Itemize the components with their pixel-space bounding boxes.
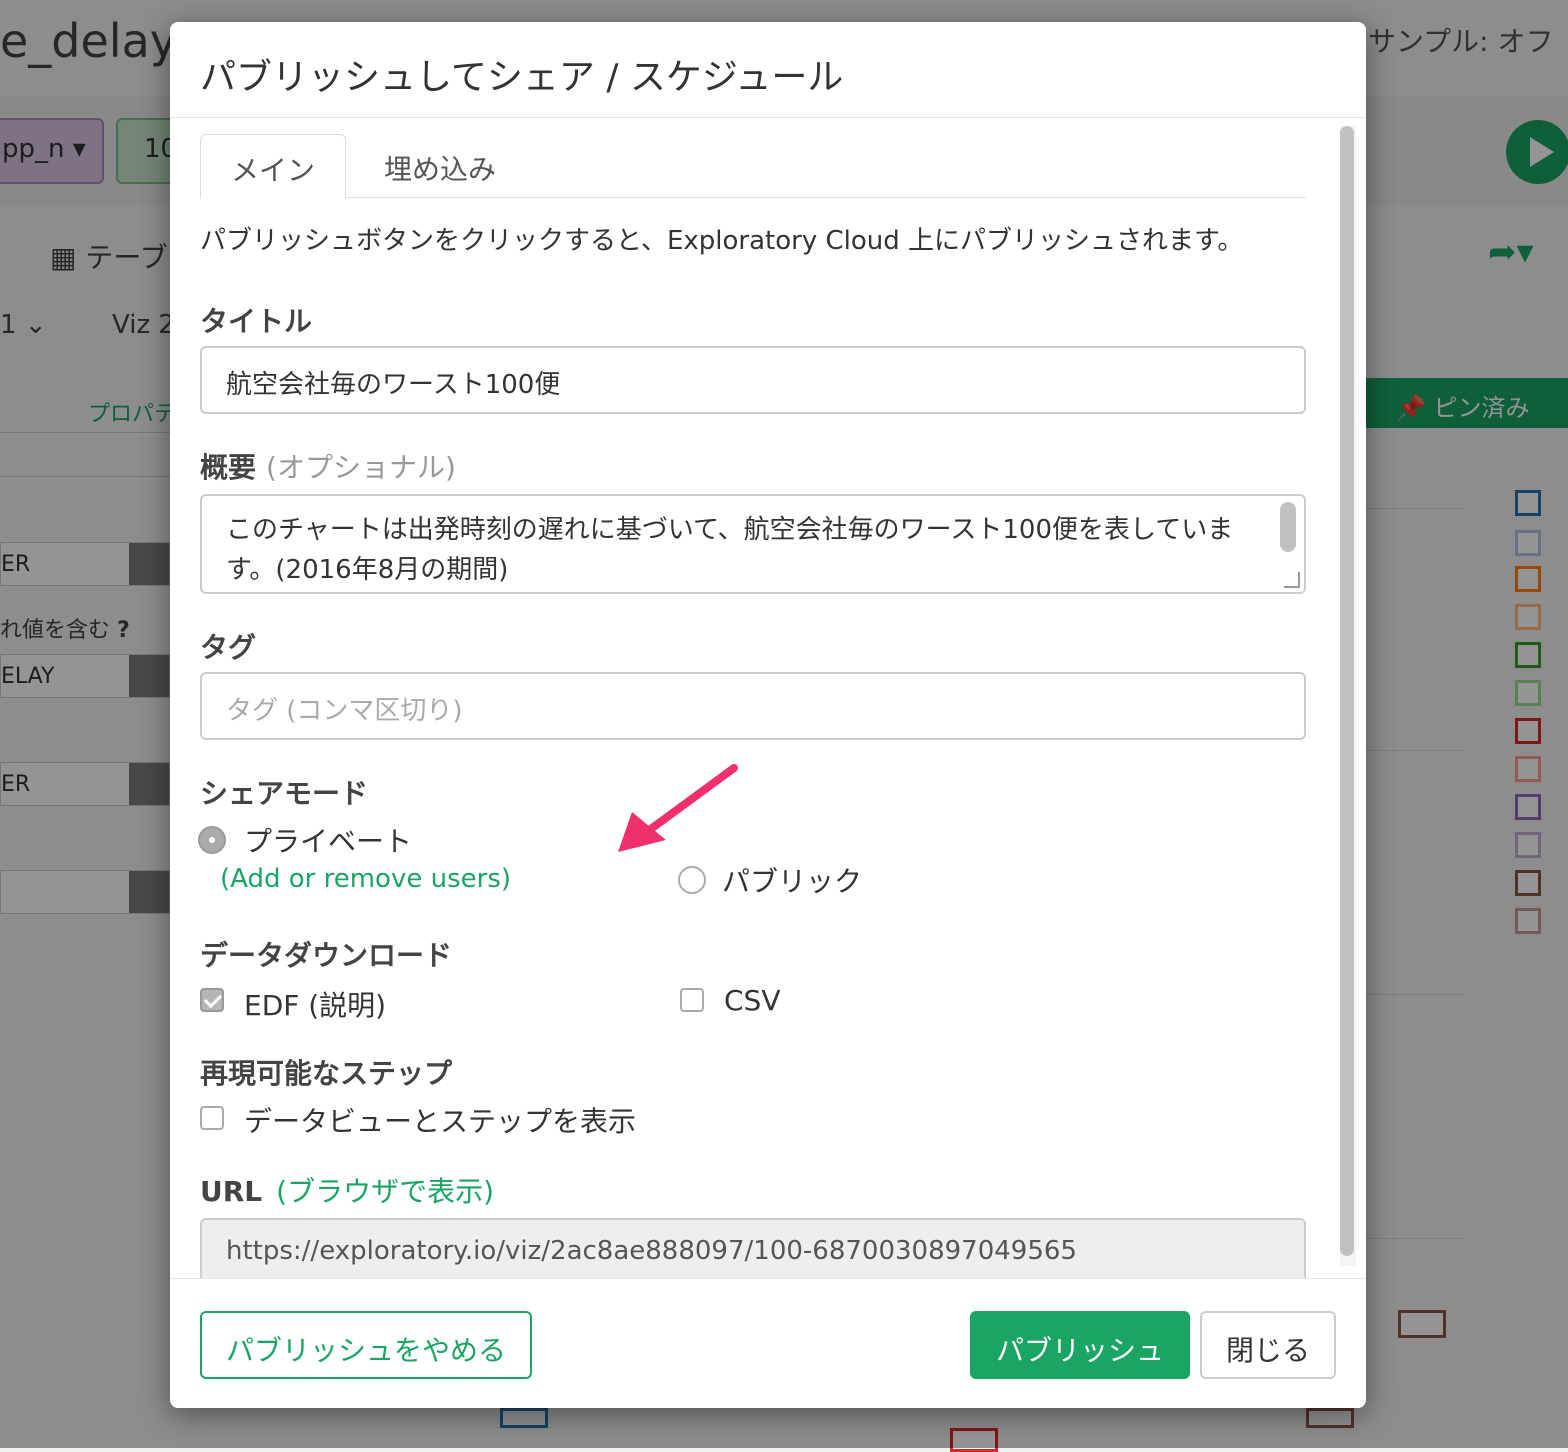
edf-option-label[interactable]: EDF (説明) bbox=[244, 984, 386, 1024]
url-field[interactable]: https://exploratory.io/viz/2ac8ae888097/… bbox=[200, 1218, 1306, 1278]
show-steps-checkbox[interactable] bbox=[200, 1106, 224, 1130]
dialog-tabs: メイン 埋め込み bbox=[200, 134, 1306, 199]
textarea-scrollbar[interactable] bbox=[1280, 502, 1296, 552]
publish-button[interactable]: パブリッシュ bbox=[970, 1311, 1190, 1379]
close-button[interactable]: 閉じる bbox=[1200, 1311, 1336, 1379]
add-remove-users-link[interactable]: (Add or remove users) bbox=[220, 864, 511, 894]
url-label: URL (ブラウザで表示) bbox=[200, 1175, 494, 1208]
show-steps-label[interactable]: データビューとステップを表示 bbox=[244, 1100, 636, 1140]
resize-handle-icon[interactable] bbox=[1284, 572, 1300, 588]
csv-checkbox[interactable] bbox=[680, 988, 704, 1012]
publish-dialog: パブリッシュしてシェア / スケジュール メイン 埋め込み パブリッシュボタンを… bbox=[170, 22, 1366, 1408]
annotation-arrow-icon bbox=[618, 764, 738, 852]
tag-input[interactable]: タグ (コンマ区切り) bbox=[200, 672, 1306, 740]
dialog-header: パブリッシュしてシェア / スケジュール bbox=[170, 22, 1366, 118]
public-option-label[interactable]: パブリック bbox=[722, 860, 862, 900]
edf-checkbox[interactable] bbox=[200, 988, 224, 1012]
tab-embed[interactable]: 埋め込み bbox=[354, 134, 526, 198]
title-input[interactable]: 航空会社毎のワースト100便 bbox=[200, 346, 1306, 414]
title-label: タイトル bbox=[200, 305, 313, 338]
open-in-browser-link[interactable]: (ブラウザで表示) bbox=[276, 1175, 494, 1208]
optional-hint: (オプショナル) bbox=[266, 451, 456, 484]
share-mode-label: シェアモード bbox=[200, 777, 369, 810]
dialog-footer: パブリッシュをやめる パブリッシュ 閉じる bbox=[170, 1278, 1366, 1408]
dialog-body: メイン 埋め込み パブリッシュボタンをクリックすると、Exploratory C… bbox=[170, 118, 1366, 1278]
summary-textarea[interactable]: このチャートは出発時刻の遅れに基づいて、航空会社毎のワースト100便を表していま… bbox=[200, 494, 1306, 594]
tag-label: タグ bbox=[200, 631, 257, 664]
summary-label: 概要 (オプショナル) bbox=[200, 451, 456, 484]
data-download-label: データダウンロード bbox=[200, 939, 453, 972]
dialog-title: パブリッシュしてシェア / スケジュール bbox=[200, 57, 844, 98]
private-radio[interactable] bbox=[198, 826, 226, 854]
intro-text: パブリッシュボタンをクリックすると、Exploratory Cloud 上にパブ… bbox=[200, 226, 1244, 256]
tab-main[interactable]: メイン bbox=[200, 134, 347, 199]
reproducible-steps-label: 再現可能なステップ bbox=[200, 1057, 453, 1090]
unpublish-button[interactable]: パブリッシュをやめる bbox=[200, 1311, 532, 1379]
private-option-label[interactable]: プライベート bbox=[244, 820, 412, 860]
public-radio[interactable] bbox=[678, 866, 706, 894]
csv-option-label[interactable]: CSV bbox=[724, 984, 780, 1017]
